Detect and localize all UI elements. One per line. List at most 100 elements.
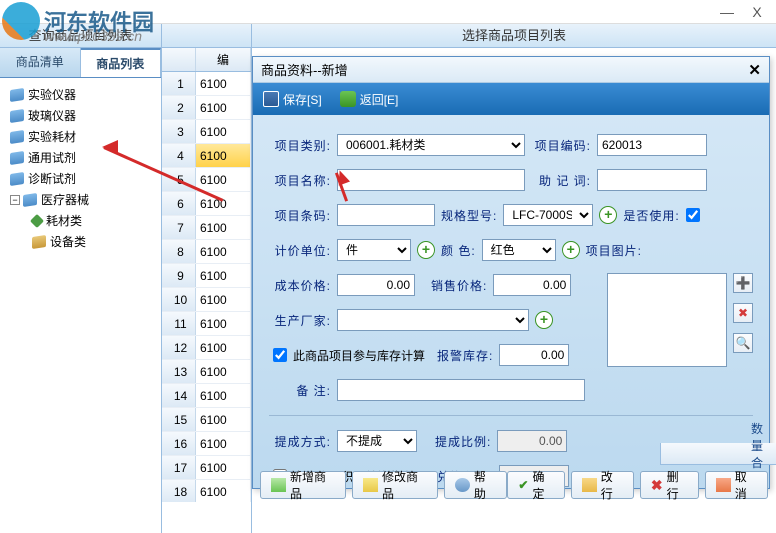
tree-child[interactable]: 设备类: [4, 231, 157, 252]
footer-stats: 数量合计: 金额合计:: [660, 443, 776, 465]
add-spec-button[interactable]: +: [599, 206, 617, 224]
edit-icon: [582, 478, 597, 492]
cancel-icon: [716, 478, 731, 492]
help-icon: [455, 478, 470, 492]
ratio-input: [497, 430, 567, 452]
table-row[interactable]: 76100: [162, 216, 251, 240]
label-cost: 成本价格:: [269, 277, 331, 294]
remove-image-button[interactable]: ✖: [733, 303, 753, 323]
table-row[interactable]: 96100: [162, 264, 251, 288]
maker-select[interactable]: [337, 309, 529, 331]
table-row[interactable]: 106100: [162, 288, 251, 312]
cancel-button[interactable]: 取消: [705, 471, 768, 499]
right-header: 选择商品项目列表: [252, 24, 776, 48]
label-stock: 此商品项目参与库存计算: [293, 347, 425, 364]
close-button[interactable]: X: [742, 4, 772, 20]
table-row[interactable]: 116100: [162, 312, 251, 336]
tab-product-list[interactable]: 商品清单: [0, 48, 81, 77]
tree-item[interactable]: 实验耗材: [4, 126, 157, 147]
return-icon: [340, 91, 356, 107]
dialog-close-button[interactable]: ✕: [748, 61, 761, 79]
table-row[interactable]: 176100: [162, 456, 251, 480]
table-row[interactable]: 186100: [162, 480, 251, 502]
code-input[interactable]: [597, 134, 707, 156]
tab-product-items[interactable]: 商品列表: [81, 48, 162, 77]
table-row[interactable]: 56100: [162, 168, 251, 192]
ok-button[interactable]: ✔确定: [507, 471, 565, 499]
plus-icon: [271, 478, 286, 492]
label-commission: 提成方式:: [269, 433, 331, 450]
add-maker-button[interactable]: +: [535, 311, 553, 329]
save-icon: [263, 91, 279, 107]
label-color: 颜 色:: [441, 242, 476, 259]
table-row[interactable]: 86100: [162, 240, 251, 264]
mid-header: [162, 24, 251, 48]
barcode-input[interactable]: [337, 204, 435, 226]
label-spec: 规格型号:: [441, 207, 497, 224]
edit-row-button[interactable]: 改行: [571, 471, 634, 499]
delete-icon: ✖: [651, 477, 663, 494]
table-row[interactable]: 166100: [162, 432, 251, 456]
mnemonic-input[interactable]: [597, 169, 707, 191]
tree-item[interactable]: 实验仪器: [4, 84, 157, 105]
label-used: 是否使用:: [623, 207, 679, 224]
table-row[interactable]: 36100: [162, 120, 251, 144]
commission-select[interactable]: 不提成: [337, 430, 417, 452]
remark-input[interactable]: [337, 379, 585, 401]
check-icon: ✔: [518, 478, 528, 492]
table-row[interactable]: 136100: [162, 360, 251, 384]
minimize-button[interactable]: —: [712, 4, 742, 20]
table-row[interactable]: 26100: [162, 96, 251, 120]
tree-item[interactable]: 通用试剂: [4, 147, 157, 168]
label-code: 项目编码:: [531, 137, 591, 154]
add-image-button[interactable]: ➕: [733, 273, 753, 293]
label-maker: 生产厂家:: [269, 312, 331, 329]
footer-bar: 新增商品 修改商品 帮助 ✔确定 改行 ✖删行 取消: [256, 467, 772, 503]
table-row[interactable]: 146100: [162, 384, 251, 408]
add-unit-button[interactable]: +: [417, 241, 435, 259]
table-row[interactable]: 156100: [162, 408, 251, 432]
label-remark: 备 注:: [269, 382, 331, 399]
alarm-input[interactable]: [499, 344, 569, 366]
add-color-button[interactable]: +: [562, 241, 580, 259]
dialog-titlebar: 商品资料--新增 ✕: [253, 57, 769, 83]
cost-input[interactable]: [337, 274, 415, 296]
label-ratio: 提成比例:: [435, 433, 491, 450]
watermark: 河东软件园: [2, 2, 154, 40]
modify-product-button[interactable]: 修改商品: [352, 471, 438, 499]
help-button[interactable]: 帮助: [444, 471, 507, 499]
used-checkbox[interactable]: [686, 208, 700, 222]
stock-checkbox[interactable]: [273, 348, 287, 362]
table-row[interactable]: 46100: [162, 144, 251, 168]
spec-select[interactable]: LFC-7000S: [503, 204, 593, 226]
label-name: 项目名称:: [269, 172, 331, 189]
category-tree: 实验仪器 玻璃仪器 实验耗材 通用试剂 诊断试剂 −医疗器械 耗材类 设备类: [0, 78, 161, 533]
dialog-toolbar: 保存[S] 返回[E]: [253, 83, 769, 115]
save-button[interactable]: 保存[S]: [263, 91, 322, 108]
name-input[interactable]: [337, 169, 525, 191]
tree-item[interactable]: −医疗器械: [4, 189, 157, 210]
label-category: 项目类别:: [269, 137, 331, 154]
sale-input[interactable]: [493, 274, 571, 296]
tree-item[interactable]: 玻璃仪器: [4, 105, 157, 126]
collapse-icon[interactable]: −: [10, 195, 20, 205]
tree-child[interactable]: 耗材类: [4, 210, 157, 231]
table-row[interactable]: 66100: [162, 192, 251, 216]
table-row[interactable]: 16100: [162, 72, 251, 96]
leaf-icon: [30, 213, 44, 227]
unit-select[interactable]: 件: [337, 239, 411, 261]
left-tabs: 商品清单 商品列表: [0, 48, 161, 78]
new-product-button[interactable]: 新增商品: [260, 471, 346, 499]
table-row[interactable]: 126100: [162, 336, 251, 360]
color-select[interactable]: 红色: [482, 239, 556, 261]
category-select[interactable]: 006001.耗材类: [337, 134, 525, 156]
image-preview: [607, 273, 727, 367]
dialog-title-text: 商品资料--新增: [261, 60, 748, 79]
return-button[interactable]: 返回[E]: [340, 91, 399, 108]
label-sale: 销售价格:: [431, 277, 487, 294]
delete-row-button[interactable]: ✖删行: [640, 471, 699, 499]
label-alarm: 报警库存:: [437, 347, 493, 364]
search-image-button[interactable]: 🔍: [733, 333, 753, 353]
product-dialog: 商品资料--新增 ✕ 保存[S] 返回[E] 项目类别: 006001.耗材类 …: [252, 56, 770, 489]
tree-item[interactable]: 诊断试剂: [4, 168, 157, 189]
